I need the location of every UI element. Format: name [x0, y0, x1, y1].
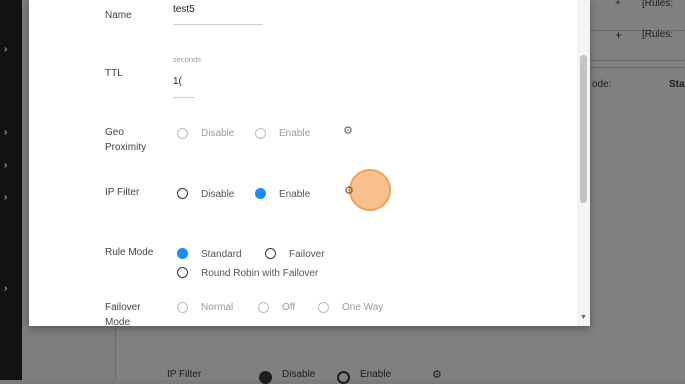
ip-filter-enable-label[interactable]: Enable	[279, 189, 310, 200]
divider	[590, 67, 685, 68]
rule-mode-standard-radio[interactable]	[177, 248, 188, 259]
dialog-scrollbar-thumb[interactable]	[580, 55, 587, 203]
ip-filter-disable-label[interactable]: Disable	[201, 189, 234, 200]
click-highlight	[349, 169, 391, 211]
ip-filter-enable-radio[interactable]	[255, 188, 266, 199]
edit-record-dialog: Name test5 seconds TTL 1( Geo Proximity …	[29, 0, 590, 326]
rule-mode-round-robin-label[interactable]: Round Robin with Failover	[201, 268, 318, 279]
ttl-input-underline	[173, 97, 194, 98]
failover-mode-label: Mode	[105, 317, 131, 326]
background-radio	[337, 371, 350, 384]
left-navigation: › › › › ›	[0, 0, 22, 380]
rule-mode-standard-label[interactable]: Standard	[201, 249, 242, 260]
chevron-right-icon[interactable]: ›	[4, 127, 7, 138]
chevron-right-icon[interactable]: ›	[4, 160, 7, 171]
ip-filter-disable-radio[interactable]	[177, 188, 188, 199]
background-radio	[259, 371, 272, 384]
failover-mode-label: Failover	[105, 302, 141, 313]
chevron-right-icon[interactable]: ›	[4, 44, 7, 55]
gear-icon[interactable]: ⚙	[343, 185, 355, 197]
name-input-underline	[173, 24, 263, 25]
background-column-header: ode:	[592, 79, 612, 90]
background-rules-text: [Rules:	[642, 0, 674, 9]
background-ipfilter-label: IP Filter	[167, 369, 202, 380]
arrow-down-icon[interactable]: ▼	[580, 314, 587, 321]
failover-off-label[interactable]: Off	[282, 302, 295, 313]
ttl-hint: seconds	[173, 55, 201, 64]
chevron-right-icon[interactable]: ›	[4, 192, 7, 203]
geo-enable-label[interactable]: Enable	[279, 128, 310, 139]
rule-mode-failover-label[interactable]: Failover	[289, 249, 325, 260]
chevron-right-icon[interactable]: ›	[4, 283, 7, 294]
rule-mode-label: Rule Mode	[105, 247, 154, 258]
ip-filter-label: IP Filter	[105, 187, 140, 198]
geo-enable-radio[interactable]	[255, 128, 266, 139]
rule-mode-round-robin-radio[interactable]	[177, 267, 188, 278]
name-input[interactable]: test5	[173, 4, 195, 15]
geo-disable-radio[interactable]	[177, 128, 188, 139]
background-option: Disable	[282, 369, 316, 380]
geo-proximity-label: Proximity	[105, 142, 147, 153]
background-column-header: Sta	[669, 79, 685, 90]
gear-icon[interactable]: ⚙	[342, 125, 354, 137]
ttl-input[interactable]: 1(	[173, 76, 182, 87]
background-option: Enable	[360, 369, 392, 380]
rule-mode-failover-radio[interactable]	[265, 248, 276, 259]
plus-icon[interactable]: +	[615, 0, 621, 9]
name-label: Name	[105, 10, 132, 21]
failover-one-way-radio[interactable]	[318, 302, 329, 313]
failover-normal-label[interactable]: Normal	[201, 302, 233, 313]
geo-disable-label[interactable]: Disable	[201, 128, 234, 139]
plus-icon[interactable]: +	[615, 28, 622, 42]
ttl-label: TTL	[105, 68, 123, 79]
background-rules-text: [Rules:	[642, 29, 674, 40]
failover-one-way-label[interactable]: One Way	[342, 302, 383, 313]
gear-icon: ⚙	[432, 369, 442, 381]
geo-proximity-label: Geo	[105, 127, 124, 138]
failover-off-radio[interactable]	[258, 302, 269, 313]
failover-normal-radio[interactable]	[177, 302, 188, 313]
